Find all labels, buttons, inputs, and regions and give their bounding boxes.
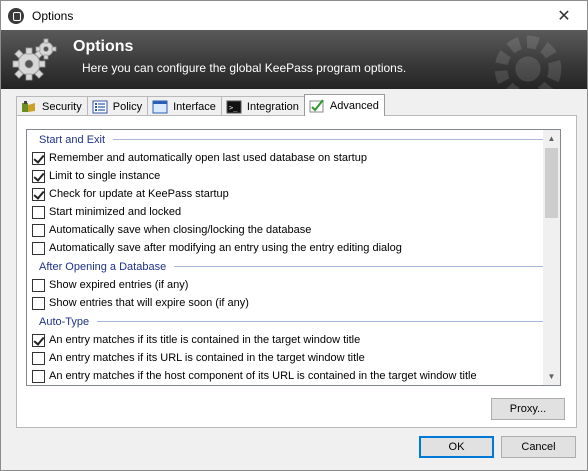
group-header-label: Auto-Type xyxy=(39,315,90,328)
option-label: An entry matches if its title is contain… xyxy=(49,334,361,346)
option-row[interactable]: Show expired entries (if any) xyxy=(27,276,560,294)
option-row[interactable]: An entry matches if its title is contain… xyxy=(27,331,560,349)
advanced-options-list[interactable]: Start and Exit Remember and automaticall… xyxy=(26,129,561,386)
option-label: Remember and automatically open last use… xyxy=(49,152,367,164)
checkbox[interactable] xyxy=(32,351,45,365)
vertical-scrollbar[interactable]: ▲ ▼ xyxy=(543,130,560,385)
tab-label: Security xyxy=(42,100,82,113)
option-row[interactable]: Start minimized and locked xyxy=(27,203,560,221)
option-row[interactable]: Automatically save when closing/locking … xyxy=(27,221,560,239)
option-label: Show expired entries (if any) xyxy=(49,279,189,291)
option-label: Automatically save when closing/locking … xyxy=(49,224,312,236)
ok-button[interactable]: OK xyxy=(419,436,494,458)
group-header-label: Start and Exit xyxy=(39,133,106,146)
checkbox[interactable] xyxy=(32,241,45,255)
banner: Options Here you can configure the globa… xyxy=(1,30,587,89)
scroll-down-icon[interactable]: ▼ xyxy=(543,368,560,385)
option-row[interactable]: Check for update at KeePass startup xyxy=(27,185,560,203)
tab-security[interactable]: Security xyxy=(16,96,88,116)
policy-icon xyxy=(92,100,108,114)
checkbox[interactable] xyxy=(32,151,45,165)
checkbox[interactable] xyxy=(32,169,45,183)
tab-label: Interface xyxy=(173,100,216,113)
advanced-tab-panel: Start and Exit Remember and automaticall… xyxy=(16,115,577,428)
option-row[interactable]: Automatically save after modifying an en… xyxy=(27,239,560,257)
tab-advanced[interactable]: Advanced xyxy=(303,94,385,116)
cancel-button[interactable]: Cancel xyxy=(501,436,576,458)
checkbox[interactable] xyxy=(32,333,45,347)
close-icon[interactable]: ✕ xyxy=(541,1,587,30)
advanced-icon xyxy=(309,98,325,113)
interface-icon xyxy=(152,100,168,114)
option-label: Limit to single instance xyxy=(49,170,161,182)
option-label: Automatically save after modifying an en… xyxy=(49,242,402,254)
gears-icon xyxy=(12,38,57,81)
tab-policy[interactable]: Policy xyxy=(86,96,149,116)
banner-heading: Options xyxy=(73,38,134,55)
checkbox[interactable] xyxy=(32,296,45,310)
tab-interface[interactable]: Interface xyxy=(147,96,222,116)
scrollbar-thumb[interactable] xyxy=(545,148,558,218)
option-label: An entry matches if the host component o… xyxy=(49,370,477,382)
scroll-up-icon[interactable]: ▲ xyxy=(543,130,560,147)
tab-integration[interactable]: >_ Integration xyxy=(220,96,305,116)
option-label: An entry matches if its URL is contained… xyxy=(49,352,365,364)
option-row[interactable]: Remember and automatically open last use… xyxy=(27,149,560,167)
option-row[interactable]: Show entries that will expire soon (if a… xyxy=(27,294,560,312)
banner-subheading: Here you can configure the global KeePas… xyxy=(82,61,407,75)
tab-strip: Security Policy Interface >_ Integration… xyxy=(16,94,385,116)
group-divider xyxy=(174,266,550,267)
checkbox[interactable] xyxy=(32,223,45,237)
option-label: Check for update at KeePass startup xyxy=(49,188,229,200)
checkbox[interactable] xyxy=(32,278,45,292)
option-row[interactable]: An entry matches if the host component o… xyxy=(27,367,560,385)
option-label: Show entries that will expire soon (if a… xyxy=(49,297,249,309)
security-icon xyxy=(21,100,37,114)
options-dialog: Options ✕ Options Here you can configure… xyxy=(0,0,588,471)
group-header-auto-type: Auto-Type xyxy=(27,312,560,331)
proxy-button[interactable]: Proxy... xyxy=(491,398,565,420)
group-header-start-and-exit: Start and Exit xyxy=(27,130,560,149)
checkbox[interactable] xyxy=(32,187,45,201)
integration-icon: >_ xyxy=(226,100,242,114)
checkbox[interactable] xyxy=(32,369,45,383)
tab-label: Advanced xyxy=(329,99,379,112)
group-divider xyxy=(97,321,550,322)
window-title: Options xyxy=(32,8,74,23)
group-header-label: After Opening a Database xyxy=(39,260,167,273)
tab-label: Integration xyxy=(246,100,299,113)
gears-watermark-icon xyxy=(494,35,562,89)
option-label: Start minimized and locked xyxy=(49,206,182,218)
option-row[interactable]: An entry matches if its URL is contained… xyxy=(27,349,560,367)
group-header-after-opening: After Opening a Database xyxy=(27,257,560,276)
tab-label: Policy xyxy=(112,100,143,113)
keepass-lock-icon xyxy=(8,7,24,24)
svg-text:>_: >_ xyxy=(229,104,238,112)
group-divider xyxy=(113,139,550,140)
checkbox[interactable] xyxy=(32,205,45,219)
option-row[interactable]: Limit to single instance xyxy=(27,167,560,185)
title-bar: Options ✕ xyxy=(1,1,587,30)
